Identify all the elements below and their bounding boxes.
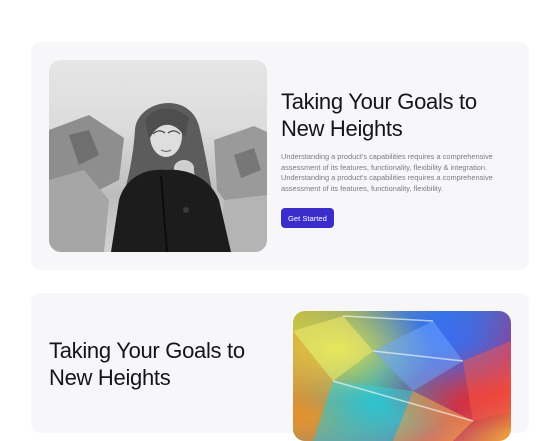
foil-crinkle-overlay [293,315,511,441]
woman-portrait-illustration [49,102,267,252]
section-title: Taking Your Goals to New Heights [281,89,477,141]
section-title: Taking Your Goals to New Heights [49,338,245,390]
section-description: Understanding a product's capabilities r… [281,152,493,193]
get-started-button[interactable]: Get Started [281,208,334,228]
foil-texture-image [293,311,511,441]
feature-card-2: Taking Your Goals to New Heights [31,293,529,441]
woman-portrait-image [49,60,267,252]
feature-card-1: Taking Your Goals to New Heights Underst… [31,42,529,270]
